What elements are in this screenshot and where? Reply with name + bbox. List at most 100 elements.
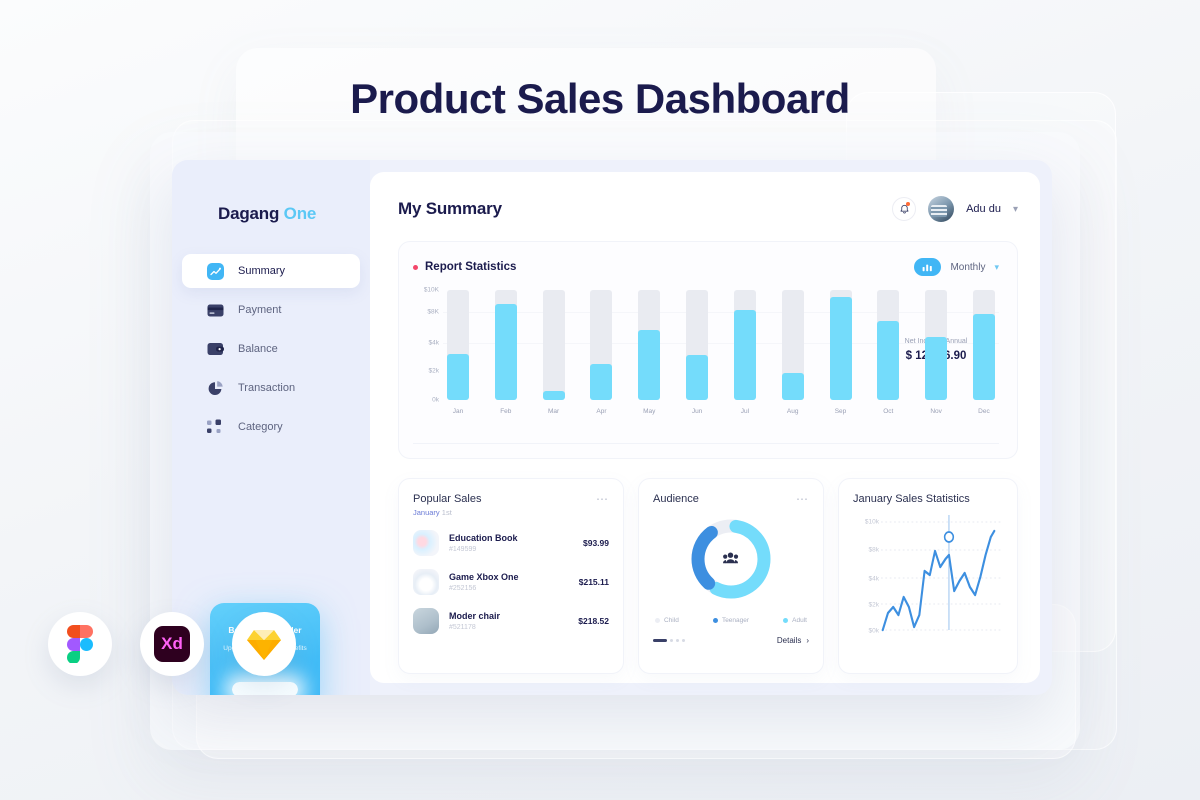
bar-value (733, 309, 756, 400)
bar-column[interactable] (494, 290, 517, 400)
sidebar-item-summary[interactable]: Summary (182, 254, 360, 288)
sidebar-nav: Summary Payment Balance Transaction Cate… (172, 254, 370, 444)
bar-value (638, 329, 661, 400)
sidebar-item-category[interactable]: Category (182, 410, 360, 444)
y-tick: $8K (427, 308, 439, 316)
bell-icon[interactable] (892, 197, 917, 221)
bar-column[interactable] (542, 290, 565, 400)
x-tick: Jul (740, 408, 750, 415)
list-item[interactable]: Game Xbox One #252156 $215.11 (413, 569, 609, 595)
chevron-down-icon[interactable]: ▾ (1013, 204, 1018, 215)
more-dots-icon[interactable]: ⋯ (796, 493, 809, 505)
chevron-down-icon[interactable]: ▾ (994, 262, 999, 273)
bar-chart-x-axis: Jan Feb Mar Apr May Jun Jul Aug Sep Oct Nov Dec (443, 408, 999, 415)
report-title: Report Statistics (425, 261, 517, 273)
period-selector-label[interactable]: Monthly (950, 262, 985, 273)
sale-info: Education Book #149599 (449, 533, 573, 553)
grid-icon (206, 418, 224, 436)
bar-column[interactable] (972, 290, 995, 400)
bar-value (590, 363, 613, 400)
bar-track (447, 290, 469, 400)
list-item[interactable]: Education Book #149599 $93.99 (413, 530, 609, 556)
pagination[interactable] (653, 639, 685, 642)
y-tick: $10K (423, 286, 439, 294)
sidebar-item-transaction[interactable]: Transaction (182, 371, 360, 405)
pagination-dot[interactable] (682, 639, 685, 642)
pagination-dot[interactable] (676, 639, 679, 642)
figma-icon[interactable] (48, 612, 112, 676)
x-tick: Sep (834, 408, 847, 415)
january-sales-card: January Sales Statistics $10k $8k $4k $2… (838, 478, 1018, 674)
bar-value (494, 304, 517, 400)
line-chart-plot (881, 515, 1003, 633)
x-tick: Aug (786, 408, 799, 415)
bar-track (638, 290, 661, 400)
page-title: Product Sales Dashboard (350, 75, 850, 122)
card-title: Popular Sales (413, 493, 482, 505)
bar-track (877, 290, 900, 400)
adobe-xd-icon[interactable]: Xd (140, 612, 204, 676)
bar-column[interactable] (686, 290, 709, 400)
more-dots-icon[interactable]: ⋯ (596, 493, 609, 505)
bar-column[interactable] (638, 290, 661, 400)
x-tick: Oct (883, 408, 894, 415)
divider (413, 443, 999, 444)
pagination-active (653, 639, 667, 642)
pie-chart-icon (206, 379, 224, 397)
bar-track (925, 290, 948, 400)
line-chart-y-axis: $10k $8k $4k $2k $0k (853, 515, 881, 635)
bar-column[interactable] (590, 290, 613, 400)
product-id: #521178 (449, 624, 476, 631)
bar-column[interactable] (877, 290, 900, 400)
brand-primary: Dagang (218, 204, 280, 223)
audience-footer: Details › (653, 636, 809, 645)
x-tick: Jun (691, 408, 703, 415)
date-month: January (413, 508, 440, 517)
report-controls: Monthly ▾ (914, 258, 999, 276)
report-statistics-card: Report Statistics Monthly ▾ $10K $8K $4k… (398, 241, 1018, 459)
bar-track (972, 290, 995, 400)
legend-swatch (712, 618, 718, 623)
bar-column[interactable] (447, 290, 469, 400)
avatar[interactable] (928, 196, 955, 222)
x-tick: Nov (930, 408, 942, 415)
details-link[interactable]: Details › (777, 636, 809, 645)
bar-track (733, 290, 756, 400)
sidebar-item-balance[interactable]: Balance (182, 332, 360, 366)
game-xbox-thumb (413, 569, 439, 595)
sidebar-item-label: Payment (238, 304, 282, 316)
line-chart-marker (943, 531, 955, 543)
bar-column[interactable] (781, 290, 804, 400)
bar-value (781, 372, 804, 400)
sidebar-item-label: Summary (238, 265, 286, 277)
audience-header: Audience ⋯ (653, 493, 809, 505)
x-tick: Apr (596, 408, 607, 415)
y-tick: $0k (868, 627, 879, 635)
bar-column[interactable] (733, 290, 756, 400)
pagination-dot[interactable] (670, 639, 673, 642)
bar-chart-icon[interactable] (914, 258, 942, 276)
x-tick: Dec (978, 408, 990, 415)
sidebar-item-label: Category (238, 421, 283, 433)
x-tick: Mar (548, 408, 560, 415)
details-label: Details (776, 636, 802, 645)
bar-column[interactable] (829, 290, 852, 400)
bar-column[interactable] (925, 290, 948, 400)
promo-upgrade-button[interactable] (232, 682, 298, 695)
credit-card-icon (206, 301, 224, 319)
legend-label: Adult (792, 617, 807, 624)
main-panel: My Summary Adu du ▾ Report Statistics Mo… (370, 172, 1040, 683)
bar-track (781, 290, 804, 400)
sketch-icon[interactable] (232, 612, 296, 676)
legend-swatch (783, 618, 789, 623)
bar-track (686, 290, 709, 400)
bar-track (829, 290, 852, 400)
wallet-icon (206, 340, 224, 358)
education-book-thumb (413, 530, 439, 556)
legend-swatch (655, 618, 660, 623)
product-name: Education Book (449, 533, 518, 543)
sidebar-item-payment[interactable]: Payment (182, 293, 360, 327)
product-name: Moder chair (449, 611, 501, 621)
list-item[interactable]: Moder chair #521178 $218.52 (413, 608, 609, 634)
y-tick: 0k (432, 396, 439, 404)
